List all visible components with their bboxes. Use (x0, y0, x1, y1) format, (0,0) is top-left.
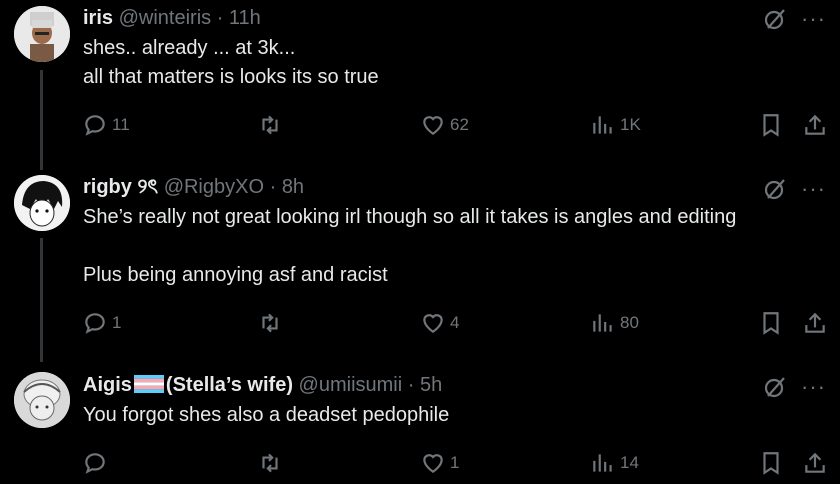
reply-count: 1 (112, 313, 122, 332)
view-count: 14 (620, 453, 639, 472)
transgender-flag-icon (133, 375, 164, 393)
timestamp[interactable]: 5h (420, 374, 442, 396)
timestamp[interactable]: 11h (229, 7, 261, 29)
views-button[interactable]: 1K (590, 110, 641, 140)
more-icon[interactable]: ··· (801, 8, 826, 30)
display-name[interactable]: Aigis (83, 374, 132, 396)
bookmark-icon (763, 312, 779, 335)
timestamp[interactable]: 8h (282, 176, 304, 198)
tweet-header: rigby ୨ৎ @RigbyXO · 8h (83, 176, 305, 198)
views-icon (593, 116, 612, 134)
like-count: 4 (450, 313, 460, 332)
like-button[interactable]: 1 (420, 448, 459, 478)
grok-icon[interactable] (762, 176, 788, 202)
like-icon (423, 116, 443, 135)
more-icon[interactable]: ··· (801, 178, 826, 200)
bookmark-button[interactable] (758, 448, 784, 478)
share-icon (805, 114, 825, 135)
share-button[interactable] (802, 448, 828, 478)
grok-icon[interactable] (762, 374, 788, 400)
display-name-suffix[interactable]: (Stella’s wife) (166, 374, 293, 396)
retweet-button[interactable] (257, 308, 283, 338)
tweet-header: Aigis (Stella’s wife) @umiisumii · 5h (83, 374, 443, 396)
user-handle[interactable]: @RigbyXO (164, 176, 264, 198)
view-count: 1K (620, 115, 641, 134)
avatar[interactable] (14, 6, 70, 62)
share-icon (805, 312, 825, 333)
tweet-text-line: all that matters is looks its so true (83, 66, 379, 88)
tweet-header: iris @winteiris · 11h (83, 7, 261, 29)
views-icon (593, 314, 612, 332)
tweet-text-line: Plus being annoying asf and racist (83, 264, 388, 286)
bookmark-icon (763, 114, 779, 137)
retweet-button[interactable] (257, 110, 283, 140)
like-icon (423, 454, 443, 473)
reply-button[interactable] (82, 448, 108, 478)
bookmark-button[interactable] (758, 308, 784, 338)
like-count: 62 (450, 115, 469, 134)
thread-line (40, 238, 43, 362)
user-handle[interactable]: @umiisumii (299, 374, 403, 396)
like-button[interactable]: 4 (420, 308, 459, 338)
avatar[interactable] (14, 175, 70, 231)
reply-icon (85, 453, 105, 474)
reply-count: 11 (112, 115, 130, 134)
tweet-aigis[interactable]: Aigis (Stella’s wife) @umiisumii · 5h ···… (0, 370, 840, 484)
like-count: 1 (450, 453, 460, 472)
share-icon (805, 452, 825, 473)
tweet-iris[interactable]: iris @winteiris · 11h ··· shes.. already… (0, 0, 840, 170)
display-name-suffix[interactable]: ୨ৎ (137, 176, 158, 198)
user-handle[interactable]: @winteiris (119, 7, 212, 29)
share-button[interactable] (802, 110, 828, 140)
tweet-text-line: You forgot shes also a deadset pedophile (83, 404, 450, 426)
views-button[interactable]: 14 (590, 448, 639, 478)
display-name[interactable]: rigby (83, 176, 132, 198)
reply-button[interactable]: 1 (82, 308, 121, 338)
like-icon (423, 314, 443, 333)
views-icon (593, 454, 612, 472)
display-name[interactable]: iris (83, 7, 113, 29)
bookmark-button[interactable] (758, 110, 784, 140)
retweet-icon (262, 313, 278, 333)
bookmark-icon (763, 452, 779, 475)
view-count: 80 (620, 313, 639, 332)
reply-icon (85, 313, 105, 334)
grok-icon[interactable] (762, 6, 788, 32)
like-button[interactable]: 62 (420, 110, 469, 140)
reply-button[interactable]: 11 (82, 110, 130, 140)
avatar[interactable] (14, 372, 70, 428)
tweet-rigby[interactable]: rigby ୨ৎ @RigbyXO · 8h ··· She’s really … (0, 172, 840, 362)
views-button[interactable]: 80 (590, 308, 639, 338)
retweet-button[interactable] (257, 448, 283, 478)
retweet-icon (262, 115, 278, 135)
share-button[interactable] (802, 308, 828, 338)
tweet-text-line: shes.. already ... at 3k... (83, 37, 296, 59)
tweet-text-line: She’s really not great looking irl thoug… (83, 206, 737, 228)
more-icon[interactable]: ··· (801, 376, 826, 398)
retweet-icon (262, 453, 278, 473)
reply-icon (85, 115, 105, 136)
